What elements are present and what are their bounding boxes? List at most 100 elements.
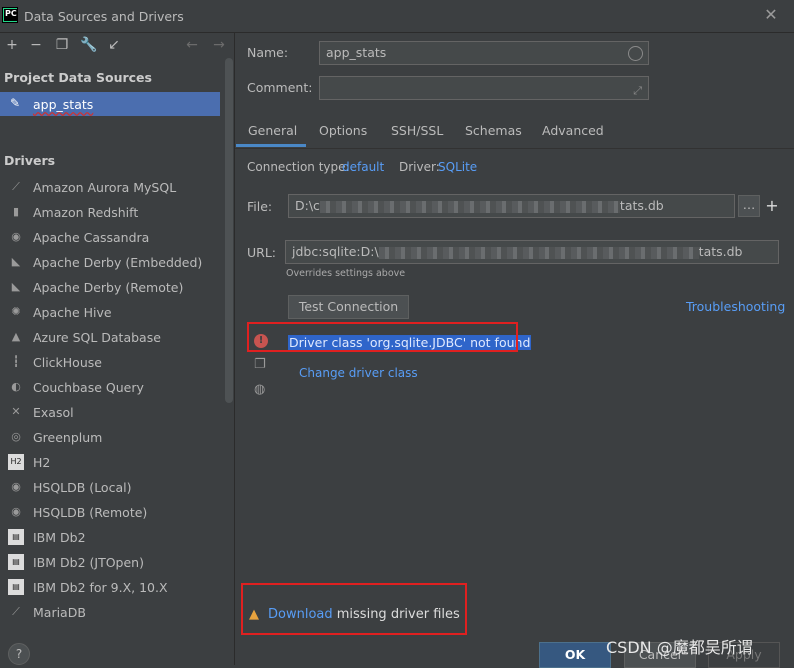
driver-label: Driver: — [399, 160, 440, 174]
import-icon[interactable]: ↙ — [106, 36, 122, 54]
change-driver-class-link[interactable]: Change driver class — [299, 366, 418, 380]
tab-ssh-ssl[interactable]: SSH/SSL — [391, 123, 443, 138]
close-icon[interactable]: ✕ — [762, 6, 780, 24]
url-field[interactable]: jdbc:sqlite:D:\ tats.db — [285, 240, 779, 264]
driver-item[interactable]: ✺ Apache Hive — [4, 303, 219, 323]
derby-icon: ◣ — [11, 255, 21, 268]
add-file-icon[interactable]: + — [762, 195, 782, 217]
pycharm-logo-icon: PC — [2, 7, 18, 23]
sqlite-datasource-icon: ✎ — [10, 96, 21, 110]
driver-label: Amazon Redshift — [33, 205, 139, 220]
connection-type-label: Connection type: — [247, 160, 350, 174]
driver-label: IBM Db2 — [33, 530, 86, 545]
warning-icon: ▲ — [249, 607, 259, 622]
project-data-sources-heading: Project Data Sources — [4, 70, 152, 85]
file-suffix: tats.db — [619, 198, 664, 213]
driver-item[interactable]: ▤ IBM Db2 (JTOpen) — [4, 553, 219, 573]
browse-button[interactable]: … — [738, 195, 760, 217]
watermark: CSDN @魔都吴所谓 — [606, 638, 753, 657]
driver-label: ClickHouse — [33, 355, 102, 370]
driver-item[interactable]: H2 H2 — [4, 453, 219, 473]
hsqldb-icon: ◉ — [11, 505, 21, 518]
troubleshooting-link[interactable]: Troubleshooting — [686, 299, 785, 314]
driver-label: IBM Db2 for 9.X, 10.X — [33, 580, 168, 595]
ibm-icon: ▤ — [8, 529, 24, 545]
driver-item[interactable]: ▤ IBM Db2 — [4, 528, 219, 548]
redacted-path — [319, 200, 620, 213]
url-hint: Overrides settings above — [286, 268, 406, 279]
url-prefix: jdbc:sqlite:D:\ — [292, 244, 379, 259]
circle-status-icon — [628, 46, 643, 61]
redacted-url — [378, 246, 699, 259]
azure-icon: ▲ — [11, 330, 21, 343]
derby-icon: ◣ — [11, 280, 21, 293]
copy-icon[interactable]: ❐ — [254, 357, 266, 372]
connection-type-link[interactable]: default — [342, 160, 384, 174]
driver-item[interactable]: ▮ Amazon Redshift — [4, 203, 219, 223]
help-button[interactable]: ? — [8, 643, 30, 665]
driver-item[interactable]: ▲ Azure SQL Database — [4, 328, 219, 348]
driver-label: Apache Cassandra — [33, 230, 150, 245]
file-field[interactable]: D:\c tats.db — [288, 194, 735, 218]
remove-icon[interactable]: − — [28, 36, 44, 54]
aurora-icon: ⟋ — [12, 180, 20, 193]
driver-item[interactable]: ◐ Couchbase Query — [4, 378, 219, 398]
driver-item[interactable]: ✕ Exasol — [4, 403, 219, 423]
hsqldb-icon: ◉ — [11, 480, 21, 493]
driver-item[interactable]: ◣ Apache Derby (Remote) — [4, 278, 219, 298]
driver-link[interactable]: SQLite — [438, 160, 477, 174]
exasol-icon: ✕ — [11, 405, 21, 418]
comment-label: Comment: — [247, 80, 313, 95]
driver-label: HSQLDB (Local) — [33, 480, 132, 495]
forward-arrow-icon[interactable]: → — [211, 36, 227, 54]
driver-item[interactable]: ◉ Apache Cassandra — [4, 228, 219, 248]
driver-label: Apache Derby (Remote) — [33, 280, 184, 295]
add-icon[interactable]: + — [4, 36, 20, 54]
driver-label: H2 — [33, 455, 51, 470]
ok-button[interactable]: OK — [539, 642, 611, 668]
url-label: URL: — [247, 245, 277, 260]
driver-item[interactable]: ◎ Greenplum — [4, 428, 219, 448]
driver-item[interactable]: ▤ IBM Db2 for 9.X, 10.X — [4, 578, 219, 598]
driver-label: Exasol — [33, 405, 74, 420]
tab-general[interactable]: General — [248, 123, 297, 138]
tab-options[interactable]: Options — [319, 123, 367, 138]
back-arrow-icon[interactable]: ← — [184, 36, 200, 54]
name-label: Name: — [247, 45, 289, 60]
drivers-heading: Drivers — [4, 153, 56, 168]
driver-item[interactable]: ◉ HSQLDB (Local) — [4, 478, 219, 498]
left-scrollbar[interactable] — [225, 58, 233, 403]
globe-icon[interactable]: ◍ — [254, 382, 265, 397]
download-text: missing driver files — [332, 607, 460, 622]
file-label: File: — [247, 199, 273, 214]
mariadb-icon: ⟋ — [12, 605, 20, 618]
active-tab-indicator — [236, 144, 306, 147]
driver-item[interactable]: ┇ ClickHouse — [4, 353, 219, 373]
driver-item[interactable]: ◉ HSQLDB (Remote) — [4, 503, 219, 523]
driver-label: IBM Db2 (JTOpen) — [33, 555, 144, 570]
name-field[interactable]: app_stats — [319, 41, 649, 65]
couchbase-icon: ◐ — [11, 380, 21, 393]
duplicate-icon[interactable]: ❐ — [54, 36, 70, 54]
name-value: app_stats — [326, 45, 387, 60]
redshift-icon: ▮ — [12, 205, 20, 218]
greenplum-icon: ◎ — [11, 430, 21, 443]
driver-item[interactable]: ⟋ MariaDB — [4, 603, 219, 623]
download-notice: Download missing driver files — [268, 607, 460, 622]
window-title: Data Sources and Drivers — [24, 9, 184, 24]
driver-item[interactable]: ◣ Apache Derby (Embedded) — [4, 253, 219, 273]
driver-item[interactable]: ⟋ Amazon Aurora MySQL — [4, 178, 219, 198]
comment-field[interactable]: ⤢ — [319, 76, 649, 100]
driver-label: Couchbase Query — [33, 380, 144, 395]
wrench-icon[interactable]: 🔧 — [80, 36, 97, 54]
expand-icon[interactable]: ⤢ — [633, 80, 642, 99]
tab-bar: General Options SSH/SSL Schemas Advanced — [235, 116, 794, 149]
tab-advanced[interactable]: Advanced — [542, 123, 604, 138]
tab-schemas[interactable]: Schemas — [465, 123, 522, 138]
test-connection-button[interactable]: Test Connection — [288, 295, 409, 319]
driver-label: HSQLDB (Remote) — [33, 505, 148, 520]
download-link[interactable]: Download — [268, 607, 333, 622]
hive-icon: ✺ — [11, 305, 21, 318]
file-prefix: D:\c — [295, 198, 320, 213]
clickhouse-icon: ┇ — [12, 355, 20, 368]
